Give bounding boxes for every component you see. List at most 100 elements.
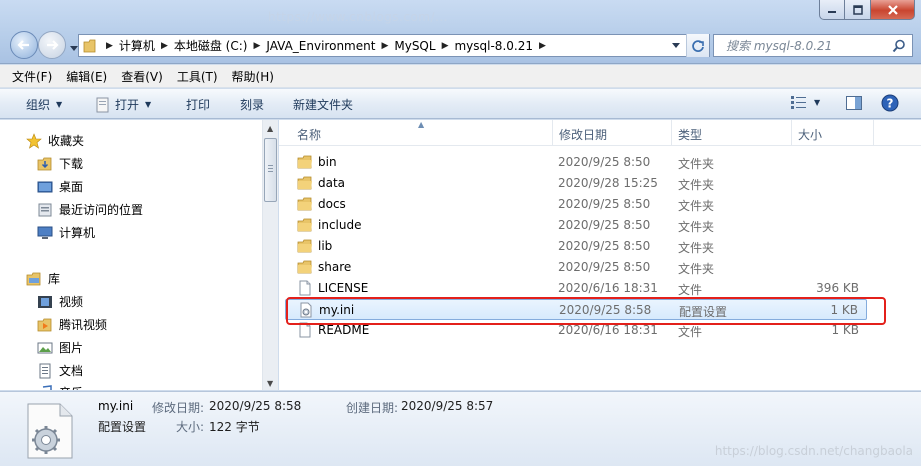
navigation-pane: 收藏夹 下载 桌面 最近访问的位置 计算机 库 视频 腾讯视频 图片 文档 bbox=[0, 120, 278, 390]
menu-file[interactable]: 文件(F) bbox=[12, 68, 52, 85]
breadcrumb-java-env[interactable]: JAVA_Environment bbox=[263, 35, 378, 56]
breadcrumb-separator-icon[interactable]: ▶ bbox=[539, 41, 546, 51]
nav-favorites[interactable]: 收藏夹 bbox=[26, 132, 84, 149]
nav-pictures-label: 图片 bbox=[59, 341, 84, 355]
file-date-modified: 2020/9/25 8:58 bbox=[559, 303, 652, 317]
search-icon[interactable] bbox=[892, 39, 906, 53]
nav-libraries-label: 库 bbox=[48, 272, 61, 286]
file-row[interactable]: LICENSE 2020/6/16 18:31 文件 396 KB bbox=[285, 278, 867, 299]
config-file-icon bbox=[298, 302, 314, 318]
file-row[interactable]: my.ini 2020/9/25 8:58 配置设置 1 KB bbox=[285, 299, 867, 320]
details-file-name: my.ini bbox=[98, 399, 134, 413]
folder-icon bbox=[297, 217, 313, 233]
breadcrumb-separator-icon[interactable]: ▶ bbox=[253, 41, 260, 51]
file-row[interactable]: share 2020/9/25 8:50 文件夹 bbox=[285, 257, 867, 278]
nav-pictures[interactable]: 图片 bbox=[37, 339, 83, 356]
minimize-icon bbox=[828, 10, 836, 13]
scroll-up-icon[interactable]: ▲ bbox=[267, 124, 273, 133]
folder-icon bbox=[297, 175, 313, 191]
organize-button[interactable]: 组织 ▼ bbox=[26, 96, 62, 113]
nav-videos[interactable]: 视频 bbox=[37, 293, 83, 310]
nav-tencent-video-label: 腾讯视频 bbox=[59, 318, 108, 332]
file-name: docs bbox=[318, 197, 346, 211]
print-button[interactable]: 打印 bbox=[186, 96, 210, 113]
nav-computer[interactable]: 计算机 bbox=[37, 224, 95, 241]
libraries-icon bbox=[26, 271, 42, 287]
details-size-label: 大小: bbox=[176, 420, 205, 434]
change-view-button[interactable]: ▼ bbox=[790, 95, 820, 109]
column-date-modified[interactable]: 修改日期 bbox=[559, 126, 607, 143]
search-placeholder[interactable]: 搜索 mysql-8.0.21 bbox=[714, 37, 832, 54]
minimize-button[interactable] bbox=[819, 0, 845, 20]
file-row[interactable]: include 2020/9/25 8:50 文件夹 bbox=[285, 215, 867, 236]
maximize-button[interactable] bbox=[845, 0, 871, 20]
column-type[interactable]: 类型 bbox=[678, 126, 702, 143]
forward-button[interactable] bbox=[38, 31, 66, 59]
file-row[interactable]: bin 2020/9/25 8:50 文件夹 bbox=[285, 152, 867, 173]
breadcrumb-separator-icon[interactable]: ▶ bbox=[442, 41, 449, 51]
help-icon: ? bbox=[881, 94, 899, 112]
nav-documents[interactable]: 文档 bbox=[37, 362, 83, 379]
help-button[interactable]: ? bbox=[881, 94, 899, 112]
column-size[interactable]: 大小 bbox=[798, 126, 822, 143]
refresh-button[interactable] bbox=[686, 34, 709, 57]
chevron-down-icon: ▼ bbox=[56, 100, 63, 109]
address-history-dropdown[interactable] bbox=[667, 35, 685, 56]
music-icon bbox=[37, 384, 53, 390]
menu-edit[interactable]: 编辑(E) bbox=[66, 68, 107, 85]
file-name: data bbox=[318, 176, 346, 190]
file-date-modified: 2020/9/25 8:50 bbox=[558, 155, 651, 169]
details-modified-value: 2020/9/25 8:58 bbox=[209, 399, 302, 413]
recent-pages-dropdown[interactable] bbox=[70, 41, 78, 55]
close-button[interactable] bbox=[871, 0, 915, 20]
recent-places-icon bbox=[37, 202, 53, 218]
navigation-scrollbar[interactable]: ▲ ▼ bbox=[262, 120, 278, 390]
back-button[interactable] bbox=[10, 31, 38, 59]
desktop-icon bbox=[37, 179, 53, 195]
maximize-icon bbox=[852, 4, 863, 15]
details-pane: my.ini 配置设置 修改日期: 2020/9/25 8:58 大小: 122… bbox=[0, 391, 921, 466]
breadcrumb-mysql-version[interactable]: mysql-8.0.21 bbox=[451, 35, 536, 56]
menu-help[interactable]: 帮助(H) bbox=[232, 68, 274, 85]
nav-desktop[interactable]: 桌面 bbox=[37, 178, 83, 195]
chevron-down-icon: ▼ bbox=[145, 100, 152, 109]
nav-music[interactable]: 音乐 bbox=[37, 384, 83, 390]
window-controls bbox=[819, 0, 915, 20]
nav-music-label: 音乐 bbox=[59, 384, 83, 390]
file-type: 文件夹 bbox=[678, 199, 715, 213]
folder-icon bbox=[83, 39, 96, 52]
nav-downloads[interactable]: 下载 bbox=[37, 155, 83, 172]
preview-pane-button[interactable] bbox=[846, 95, 862, 111]
new-folder-button[interactable]: 新建文件夹 bbox=[293, 96, 353, 113]
address-bar[interactable]: ▶ 计算机 ▶ 本地磁盘 (C:) ▶ JAVA_Environment ▶ M… bbox=[78, 34, 710, 57]
nav-desktop-label: 桌面 bbox=[59, 180, 84, 194]
file-date-modified: 2020/9/25 8:50 bbox=[558, 239, 651, 253]
file-row[interactable]: docs 2020/9/25 8:50 文件夹 bbox=[285, 194, 867, 215]
details-created-label: 创建日期: bbox=[346, 401, 399, 415]
details-size-value: 122 字节 bbox=[209, 420, 260, 434]
breadcrumb-separator-icon[interactable]: ▶ bbox=[381, 41, 388, 51]
breadcrumb-mysql[interactable]: MySQL bbox=[391, 35, 438, 56]
file-row[interactable]: README 2020/6/16 18:31 文件 1 KB bbox=[285, 320, 867, 341]
nav-libraries[interactable]: 库 bbox=[26, 270, 60, 287]
search-box[interactable]: 搜索 mysql-8.0.21 bbox=[713, 34, 913, 57]
star-icon bbox=[26, 132, 42, 149]
nav-tencent-video[interactable]: 腾讯视频 bbox=[37, 316, 107, 333]
open-button[interactable]: 打开 ▼ bbox=[95, 96, 151, 113]
breadcrumb-separator-icon[interactable]: ▶ bbox=[161, 41, 168, 51]
scroll-down-icon[interactable]: ▼ bbox=[267, 379, 273, 388]
breadcrumb-computer[interactable]: 计算机 bbox=[116, 35, 158, 56]
breadcrumb-separator-icon[interactable]: ▶ bbox=[106, 41, 113, 51]
nav-recent-places[interactable]: 最近访问的位置 bbox=[37, 201, 143, 218]
breadcrumb-drive[interactable]: 本地磁盘 (C:) bbox=[171, 35, 251, 56]
scrollbar-thumb[interactable] bbox=[264, 138, 277, 202]
column-name[interactable]: 名称 bbox=[297, 126, 321, 143]
menu-view[interactable]: 查看(V) bbox=[121, 68, 163, 85]
file-type: 文件 bbox=[678, 325, 703, 339]
file-date-modified: 2020/9/25 8:50 bbox=[558, 218, 651, 232]
menu-tools[interactable]: 工具(T) bbox=[177, 68, 218, 85]
nav-recent-places-label: 最近访问的位置 bbox=[59, 203, 144, 217]
file-row[interactable]: lib 2020/9/25 8:50 文件夹 bbox=[285, 236, 867, 257]
file-row[interactable]: data 2020/9/28 15:25 文件夹 bbox=[285, 173, 867, 194]
burn-button[interactable]: 刻录 bbox=[240, 96, 264, 113]
